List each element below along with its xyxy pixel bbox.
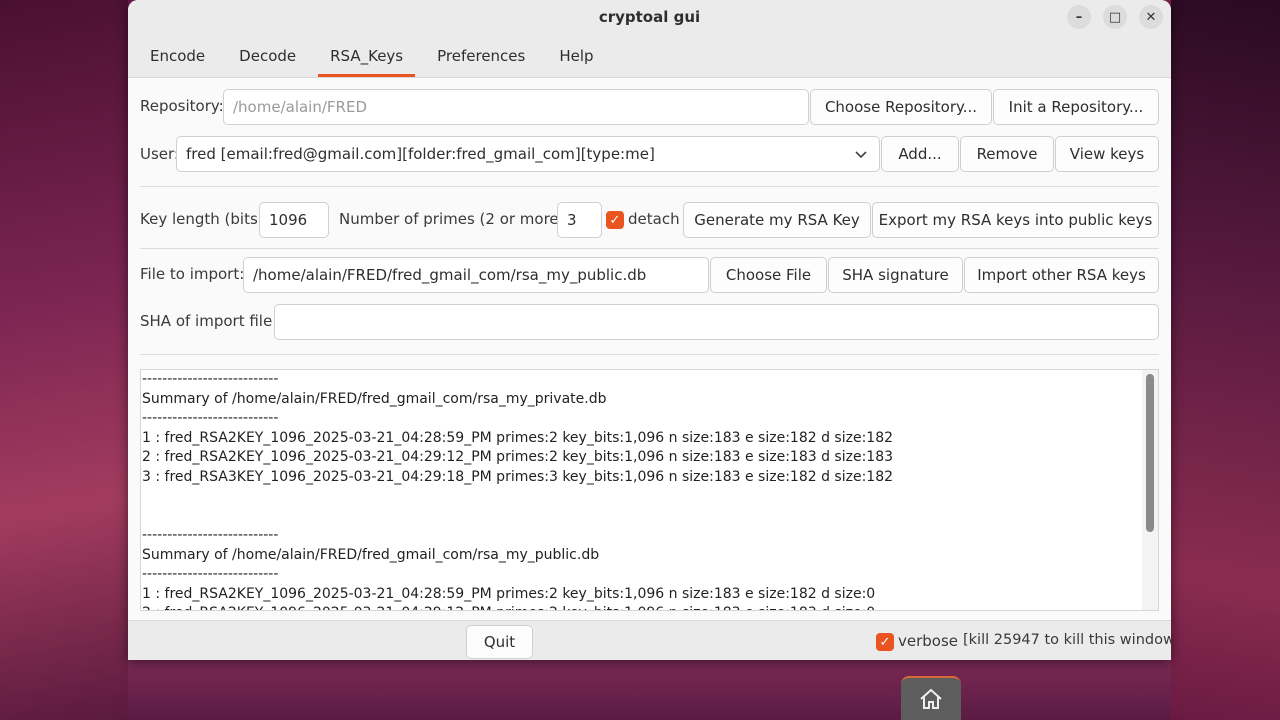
rsa-keys-panel: Repository: /home/alain/FRED Choose Repo… [128,78,1171,620]
maximize-icon: □ [1108,9,1122,25]
file-to-import-label: File to import: [140,265,245,283]
init-repository-button[interactable]: Init a Repository... [993,89,1159,125]
output-text: --------------------------- Summary of /… [142,371,894,610]
import-rsa-keys-button[interactable]: Import other RSA keys [964,257,1159,293]
home-folder-icon[interactable] [901,676,961,720]
window-title: cryptoal gui [598,8,701,26]
checkmark-icon: ✓ [609,212,621,228]
scrollbar[interactable] [1142,370,1158,610]
tab-rsa-keys[interactable]: RSA_Keys [318,34,416,77]
desktop-background-bottom [128,660,1171,720]
view-keys-button[interactable]: View keys [1055,136,1159,172]
checkmark-icon: ✓ [879,634,891,650]
user-select-value: fred [email:fred@gmail.com][folder:fred_… [186,145,655,163]
sha-import-label: SHA of import file: [140,312,278,330]
output-text-view[interactable]: --------------------------- Summary of /… [140,369,1159,611]
separator [140,248,1159,249]
repository-input[interactable]: /home/alain/FRED [223,89,809,125]
bottom-bar: Quit ✓ verbose [kill 25947 to kill this … [128,620,1171,660]
separator [140,354,1159,355]
menu-bar: Encode Decode RSA_Keys Preferences Help [128,34,1171,78]
user-label: User: [140,145,179,163]
key-length-input[interactable]: 1096 [259,202,329,238]
tab-encode[interactable]: Encode [138,34,217,77]
window-controls: – □ ✕ [1067,5,1163,29]
quit-button[interactable]: Quit [466,625,533,659]
tab-help[interactable]: Help [547,34,605,77]
sha-signature-button[interactable]: SHA signature [828,257,963,293]
desktop-background-left [0,0,128,720]
close-icon: ✕ [1145,9,1157,25]
tab-decode[interactable]: Decode [227,34,308,77]
app-window: cryptoal gui – □ ✕ Encode Decode RSA_Key… [128,0,1171,660]
primes-input[interactable]: 3 [557,202,602,238]
minimize-button[interactable]: – [1067,5,1091,29]
repository-label: Repository: [140,97,224,115]
file-to-import-input[interactable]: /home/alain/FRED/fred_gmail_com/rsa_my_p… [243,257,709,293]
choose-file-button[interactable]: Choose File [710,257,827,293]
close-button[interactable]: ✕ [1139,5,1163,29]
separator [140,186,1159,187]
generate-rsa-key-button[interactable]: Generate my RSA Key [683,202,871,238]
detach-label: detach [628,210,680,228]
scrollbar-thumb[interactable] [1146,374,1154,532]
user-select[interactable]: fred [email:fred@gmail.com][folder:fred_… [176,136,880,172]
maximize-button[interactable]: □ [1103,5,1127,29]
verbose-label: verbose [898,632,959,650]
kill-info-text: [kill 25947 to kill this window] [963,632,1171,648]
export-keys-button[interactable]: Export my RSA keys into public keys [872,202,1159,238]
desktop-background-right [1171,0,1280,720]
minimize-icon: – [1075,9,1083,25]
add-user-button[interactable]: Add... [881,136,959,172]
key-length-label: Key length (bits): [140,210,269,228]
remove-user-button[interactable]: Remove [960,136,1054,172]
sha-import-input[interactable] [274,304,1159,340]
title-bar[interactable]: cryptoal gui – □ ✕ [128,0,1171,34]
verbose-checkbox[interactable]: ✓ [876,633,894,651]
chevron-down-icon [855,151,867,159]
tab-preferences[interactable]: Preferences [425,34,537,77]
detach-checkbox[interactable]: ✓ [606,211,624,229]
primes-label: Number of primes (2 or more): [339,210,570,228]
choose-repository-button[interactable]: Choose Repository... [810,89,992,125]
